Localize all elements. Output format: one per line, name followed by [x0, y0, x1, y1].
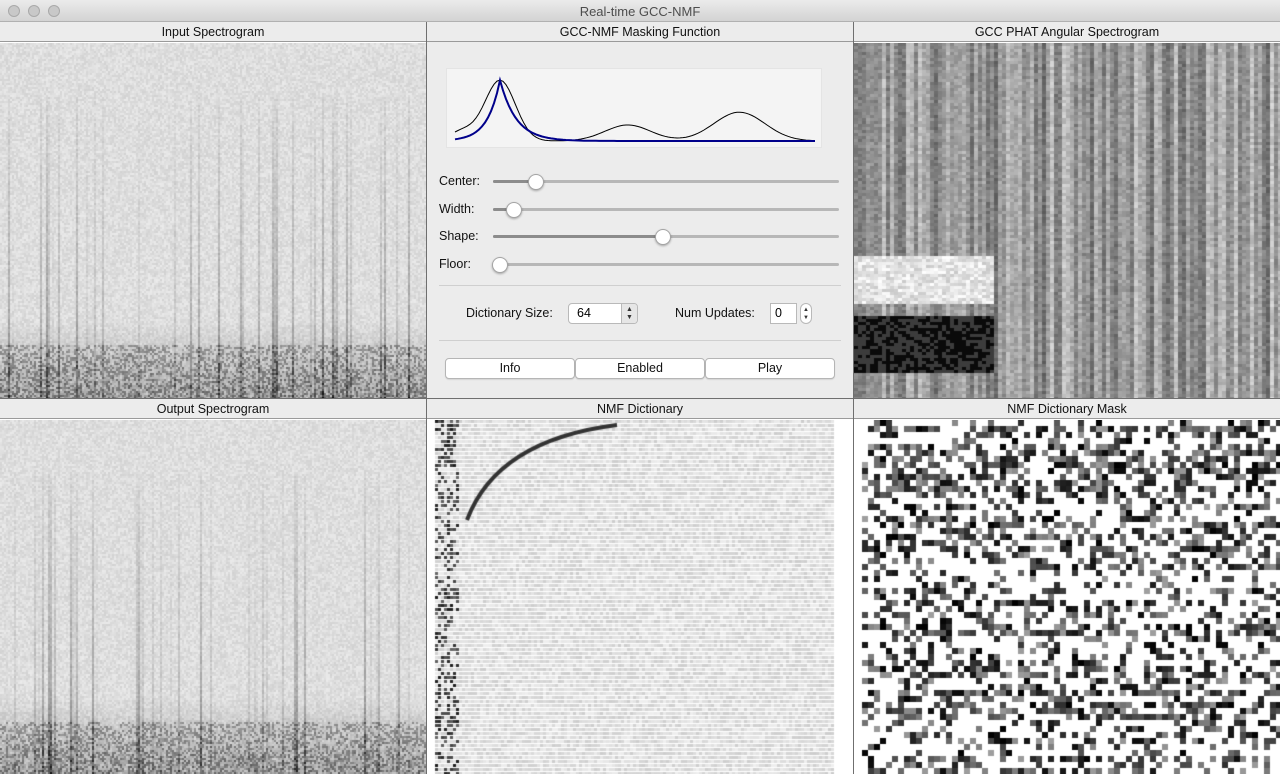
masking-function-header: GCC-NMF Masking Function [427, 22, 853, 43]
floor-slider[interactable] [491, 257, 839, 273]
center-slider-row: Center: [439, 171, 839, 191]
masking-controls: Center: Width: Shape: Floor: Dictionary … [427, 43, 853, 398]
output-spectrogram-image [0, 420, 426, 774]
nmf-dictionary-mask-title: NMF Dictionary Mask [854, 399, 1280, 419]
dictionary-size-select[interactable]: 64 ▲ ▼ [568, 303, 638, 324]
output-spectrogram-panel: Output Spectrogram [0, 399, 426, 774]
masking-function-curves [454, 76, 816, 142]
num-updates-stepper-icon[interactable]: ▲ ▼ [800, 303, 812, 324]
output-spectrogram-title: Output Spectrogram [0, 399, 426, 419]
masking-function-title: GCC-NMF Masking Function [427, 22, 853, 42]
gcc-phat-image [854, 43, 1280, 398]
gcc-phat-title: GCC PHAT Angular Spectrogram [854, 22, 1280, 42]
nmf-dictionary-title: NMF Dictionary [427, 399, 853, 419]
center-label: Center: [439, 174, 480, 188]
shape-slider-fill [493, 235, 663, 238]
input-spectrogram-panel: Input Spectrogram [0, 22, 426, 398]
width-slider-row: Width: [439, 199, 839, 219]
floor-label: Floor: [439, 257, 471, 271]
gcc-curve [454, 79, 816, 142]
nmf-dictionary-mask-panel: NMF Dictionary Mask [854, 399, 1280, 774]
floor-slider-knob[interactable] [491, 257, 508, 273]
nmf-dictionary-panel: NMF Dictionary [427, 399, 853, 774]
play-button[interactable]: Play [705, 358, 835, 379]
center-slider-knob[interactable] [528, 174, 545, 190]
input-spectrogram-image [0, 43, 426, 398]
dictionary-size-value: 64 [577, 306, 591, 320]
shape-slider-row: Shape: [439, 226, 839, 246]
num-updates-label: Num Updates: [675, 306, 755, 320]
window-title: Real-time GCC-NMF [579, 4, 701, 19]
info-button[interactable]: Info [445, 358, 575, 379]
shape-slider[interactable] [493, 229, 839, 245]
app-window: Real-time GCC-NMF Input Spectrogram GCC-… [0, 0, 1280, 774]
masking-function-plot [446, 68, 822, 148]
nmf-dictionary-image [427, 420, 853, 774]
enabled-button[interactable]: Enabled [575, 358, 705, 379]
nmf-dictionary-mask-image [854, 420, 1280, 774]
input-spectrogram-title: Input Spectrogram [0, 22, 426, 42]
width-slider[interactable] [493, 202, 839, 218]
title-bar: Real-time GCC-NMF [0, 0, 1280, 22]
horizontal-divider [0, 398, 1280, 399]
controls-divider-bottom [439, 340, 841, 341]
floor-slider-row: Floor: [439, 254, 839, 274]
chevron-updown-icon[interactable]: ▲ ▼ [621, 304, 637, 323]
num-updates-input[interactable]: 0 [770, 303, 797, 324]
shape-label: Shape: [439, 229, 479, 243]
shape-slider-knob[interactable] [654, 229, 671, 245]
dictionary-size-label: Dictionary Size: [466, 306, 553, 320]
center-slider[interactable] [493, 174, 839, 190]
width-slider-knob[interactable] [505, 202, 522, 218]
gcc-phat-panel: GCC PHAT Angular Spectrogram [854, 22, 1280, 398]
controls-divider-top [439, 285, 841, 286]
width-label: Width: [439, 202, 475, 216]
